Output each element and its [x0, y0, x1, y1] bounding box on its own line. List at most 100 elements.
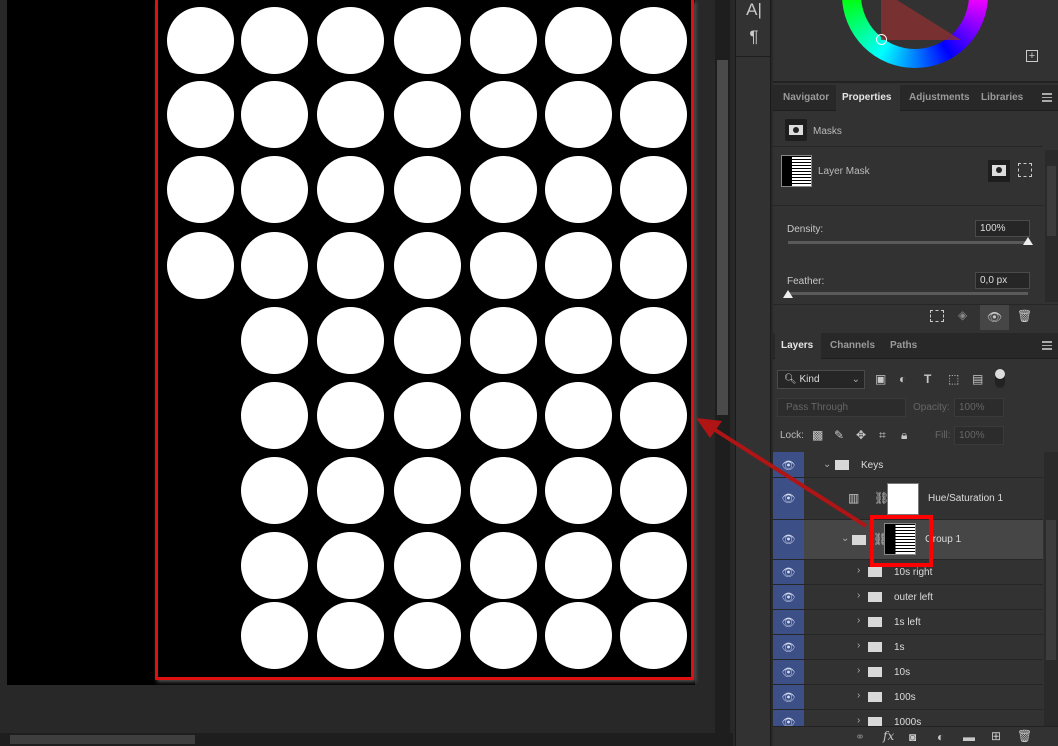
vertical-scroll-thumb[interactable] — [717, 60, 728, 415]
visibility-eye-icon[interactable]: 👁 — [773, 610, 804, 634]
key-circle — [470, 382, 537, 449]
feather-slider-thumb[interactable] — [783, 290, 793, 298]
lock-move-icon[interactable]: ✥ — [856, 428, 866, 442]
panel-toolstrip: A| ¶ — [735, 0, 771, 746]
fx-icon[interactable]: fx — [883, 729, 894, 743]
new-group-icon[interactable]: ▬ — [963, 730, 975, 744]
horizontal-scroll-thumb[interactable] — [10, 735, 195, 744]
key-circle — [241, 81, 308, 148]
trash-icon[interactable]: 🗑 — [1017, 729, 1032, 743]
tab-navigator[interactable]: Navigator — [777, 85, 835, 111]
tab-paths[interactable]: Paths — [884, 333, 923, 359]
link-layers-icon[interactable]: ⚭ — [855, 730, 865, 744]
pixel-mask-button[interactable] — [988, 160, 1010, 182]
panel-menu-icon[interactable] — [1042, 93, 1052, 102]
key-circle — [241, 532, 308, 599]
tab-libraries[interactable]: Libraries — [975, 85, 1029, 111]
visibility-eye-icon[interactable]: 👁 — [773, 452, 804, 477]
tab-properties[interactable]: Properties — [836, 85, 900, 111]
key-circle — [317, 532, 384, 599]
apply-mask-icon[interactable]: ◈ — [958, 308, 967, 322]
paragraph-panel-icon[interactable]: ¶ — [736, 27, 772, 47]
layer-row[interactable]: 👁 › 10s — [773, 660, 1043, 685]
density-slider[interactable] — [788, 241, 1028, 244]
panel-menu-icon[interactable] — [1042, 341, 1052, 350]
layer-mask-thumbnail[interactable] — [887, 483, 919, 515]
visibility-eye-icon[interactable]: 👁 — [773, 478, 804, 519]
key-circle — [470, 7, 537, 74]
layers-scrollbar[interactable] — [1044, 452, 1058, 726]
layer-row[interactable]: 👁 ⌄ Keys — [773, 452, 1043, 478]
filter-type-icon[interactable]: T — [924, 372, 931, 386]
disable-mask-button[interactable]: 👁 — [980, 305, 1009, 330]
tab-channels[interactable]: Channels — [824, 333, 881, 359]
layer-name: 1s — [894, 642, 905, 653]
tab-layers[interactable]: Layers — [775, 333, 821, 359]
lock-artboard-icon[interactable]: ⌗ — [879, 428, 886, 443]
chevron-right-icon[interactable]: › — [857, 565, 860, 576]
fill-input[interactable]: 100% — [954, 426, 1004, 445]
visibility-eye-icon[interactable]: 👁 — [773, 660, 804, 684]
density-input[interactable]: 100% — [975, 220, 1030, 237]
chevron-right-icon[interactable]: › — [857, 615, 860, 626]
layer-row[interactable]: 👁 › 100s — [773, 685, 1043, 710]
density-slider-thumb[interactable] — [1023, 237, 1033, 245]
layer-row[interactable]: 👁 ▥ ⛓ Hue/Saturation 1 — [773, 478, 1043, 520]
divider — [736, 56, 770, 57]
key-circle — [470, 232, 537, 299]
new-layer-icon[interactable]: ⊞ — [991, 729, 1001, 743]
layer-name: Keys — [861, 460, 884, 471]
divider — [773, 205, 1043, 206]
key-circle — [620, 382, 687, 449]
layer-row[interactable]: 👁 › 1s — [773, 635, 1043, 660]
character-panel-icon[interactable]: A| — [736, 0, 772, 20]
add-mask-icon[interactable]: ◙ — [909, 730, 916, 744]
visibility-eye-icon[interactable]: 👁 — [773, 585, 804, 609]
vector-mask-icon[interactable] — [1018, 163, 1032, 177]
lock-brush-icon[interactable]: ✎ — [834, 428, 844, 442]
folder-icon — [852, 535, 866, 545]
document-canvas[interactable] — [155, 0, 694, 680]
key-circle — [545, 81, 612, 148]
load-selection-icon[interactable] — [930, 310, 944, 322]
filter-smart-object-icon[interactable]: ▤ — [972, 372, 983, 386]
layer-name: Hue/Saturation 1 — [928, 493, 1004, 504]
layer-row[interactable]: 👁 › outer left — [773, 585, 1043, 610]
visibility-eye-icon[interactable]: 👁 — [773, 560, 804, 584]
eye-icon: 👁 — [987, 310, 1003, 324]
chevron-right-icon[interactable]: › — [857, 690, 860, 701]
chevron-down-icon[interactable]: ⌄ — [823, 459, 831, 470]
chevron-right-icon[interactable]: › — [857, 665, 860, 676]
visibility-eye-icon[interactable]: 👁 — [773, 635, 804, 659]
adjustment-layer-icon[interactable]: ◐ — [937, 730, 944, 744]
lock-transparent-icon[interactable]: ▩ — [812, 428, 823, 442]
key-circle — [241, 156, 308, 223]
layer-row[interactable]: 👁 › 1s left — [773, 610, 1043, 635]
filter-pixel-icon[interactable]: ▣ — [875, 372, 886, 386]
filter-shape-icon[interactable]: ⬚ — [948, 372, 959, 386]
key-circle — [317, 602, 384, 669]
trash-icon[interactable]: 🗑 — [1017, 309, 1032, 323]
properties-scrollbar[interactable] — [1045, 150, 1058, 302]
visibility-eye-icon[interactable]: 👁 — [773, 520, 804, 559]
opacity-input[interactable]: 100% — [954, 398, 1004, 417]
chevron-down-icon[interactable]: ⌄ — [841, 533, 849, 544]
visibility-eye-icon[interactable]: 👁 — [773, 685, 804, 709]
tab-adjustments[interactable]: Adjustments — [903, 85, 976, 111]
chevron-right-icon[interactable]: › — [857, 715, 860, 726]
visibility-eye-icon[interactable]: 👁 — [773, 710, 804, 726]
feather-input[interactable]: 0,0 px — [975, 272, 1030, 289]
feather-slider[interactable] — [788, 292, 1028, 295]
filter-adjustment-icon[interactable]: ◐ — [899, 372, 906, 386]
filter-kind-select[interactable]: 🔍︎ Kind ⌄ — [777, 370, 865, 389]
key-circle — [470, 156, 537, 223]
layer-row[interactable]: 👁 › 1000s — [773, 710, 1043, 726]
chevron-right-icon[interactable]: › — [857, 640, 860, 651]
lock-all-icon[interactable]: 🔒︎ — [901, 428, 907, 443]
color-triangle[interactable] — [881, 0, 961, 40]
chevron-right-icon[interactable]: › — [857, 590, 860, 601]
color-picker-handle[interactable] — [876, 34, 887, 45]
blend-mode-select[interactable]: Pass Through — [777, 398, 906, 417]
filter-toggle[interactable] — [995, 369, 1005, 388]
add-icon[interactable]: + — [1026, 50, 1038, 62]
